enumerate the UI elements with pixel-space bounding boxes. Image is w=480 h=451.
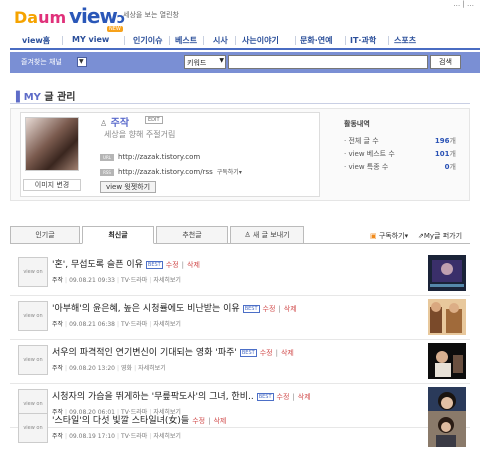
post-title[interactable]: '아부해'의 윤은혜, 높은 시청률에도 비난받는 이유 — [52, 304, 240, 314]
blog-description: 세상을 향해 주절거림 — [104, 130, 176, 139]
edit-post-link[interactable]: 수정 — [263, 305, 276, 313]
post-date: 09.08.19 17:10 — [69, 433, 115, 440]
post-category[interactable]: TV·드라마 — [121, 277, 147, 284]
main-nav: view홈 MY view NEW 인기이슈 베스트 시사 사는이야기 문화·연… — [10, 26, 480, 50]
view-on-badge[interactable]: view on — [18, 413, 48, 443]
post-date: 09.08.21 09:33 — [69, 277, 115, 284]
post-author[interactable]: 주작 — [52, 321, 63, 328]
stats-title: 활동내역 — [344, 120, 370, 128]
best-badge: BEST — [242, 304, 260, 313]
daum-view-logo[interactable]: Daum viewↄ — [14, 4, 125, 28]
chevron-down-icon: ▼ — [219, 57, 224, 64]
widget-button[interactable]: view 윗젯하기 — [100, 181, 156, 193]
url-label: URL — [100, 153, 114, 161]
tab-popular[interactable]: 인기글 — [10, 226, 80, 244]
post-title[interactable]: '혼', 무섭도록 슬픈 이유 — [52, 260, 143, 270]
avatar — [25, 117, 79, 171]
view-on-badge[interactable]: view on — [18, 345, 48, 375]
delete-post-link[interactable]: 삭제 — [298, 393, 311, 401]
post-detail-link[interactable]: 자세히보기 — [153, 433, 181, 440]
stat-total-posts: · 전체 글 수 196개 — [344, 137, 456, 145]
list-item: view on '아부해'의 윤은혜, 높은 시청률에도 비난받는 이유 BEST… — [10, 296, 470, 340]
edit-post-link[interactable]: 수정 — [192, 417, 205, 425]
edit-post-link[interactable]: 수정 — [166, 261, 179, 269]
post-title[interactable]: '스타일'의 다섯 빛깔 스타일녀(女)들 — [52, 416, 189, 426]
post-date: 09.08.20 13:20 — [69, 365, 115, 372]
favorite-channel-label[interactable]: 즐겨찾는 채널 — [21, 57, 62, 67]
favorite-channel-dropdown-icon[interactable] — [77, 57, 87, 67]
post-thumbnail[interactable] — [428, 343, 466, 379]
post-date: 09.08.21 06:38 — [69, 321, 115, 328]
nav-life-stories[interactable]: 사는이야기 — [242, 35, 279, 46]
post-thumbnail[interactable] — [428, 255, 466, 291]
post-author[interactable]: 주작 — [52, 433, 63, 440]
rss-url-row: RSS http://zazak.tistory.com/rss 구독하기▾ — [100, 167, 242, 176]
best-badge: BEST — [239, 348, 257, 357]
search-button[interactable]: 검색 — [430, 55, 461, 69]
nav-culture[interactable]: 문화·연예 — [300, 35, 332, 46]
post-title[interactable]: 시청자의 가슴을 뛰게하는 '무릎팍도사'의 그녀, 한비.. — [52, 392, 254, 402]
post-detail-link[interactable]: 자세히보기 — [153, 321, 181, 328]
blog-name[interactable]: ♙ 주작 — [100, 114, 129, 129]
rss-icon: ▣ — [370, 232, 377, 240]
title-bullet-icon: ▌ — [16, 92, 24, 103]
delete-post-link[interactable]: 삭제 — [213, 417, 226, 425]
rss-url[interactable]: http://zazak.tistory.com/rss — [118, 168, 213, 176]
slogan: 세상을 보는 열린창 — [123, 11, 179, 19]
post-title[interactable]: 서우의 파격적인 연기변신이 기대되는 영화 '파주' — [52, 348, 237, 358]
subscribe-button[interactable]: ▣ 구독하기▾ — [370, 231, 408, 241]
post-category[interactable]: TV·드라마 — [121, 433, 147, 440]
user-icon: ♙ — [244, 231, 251, 239]
edit-post-link[interactable]: 수정 — [277, 393, 290, 401]
page-title: ▌MY 글 관리 — [16, 92, 76, 103]
blog-url-row: URL http://zazak.tistory.com — [100, 153, 200, 161]
post-thumbnail[interactable] — [428, 411, 466, 447]
search-bar: 즐겨찾는 채널 키워드▼ 검색 — [10, 52, 480, 73]
top-links[interactable]: … | … — [453, 0, 474, 8]
search-input[interactable] — [228, 55, 428, 69]
post-detail-link[interactable]: 자세히보기 — [138, 365, 166, 372]
user-icon: ♙ — [100, 119, 108, 128]
tab-latest[interactable]: 최신글 — [82, 226, 154, 244]
delete-post-link[interactable]: 삭제 — [187, 261, 200, 269]
keyword-select[interactable]: 키워드 ▼ — [184, 55, 226, 69]
edit-post-link[interactable]: 수정 — [260, 349, 273, 357]
tab-recommended[interactable]: 추천글 — [156, 226, 228, 244]
edit-button[interactable]: EDIT — [145, 116, 163, 124]
nav-my-view[interactable]: MY view — [72, 35, 109, 44]
tab-send-new-post[interactable]: ♙ 새 글 보내기 — [230, 226, 304, 244]
post-detail-link[interactable]: 자세히보기 — [153, 277, 181, 284]
subscribe-rss-button[interactable]: 구독하기▾ — [217, 169, 242, 176]
delete-post-link[interactable]: 삭제 — [284, 305, 297, 313]
nav-view-home[interactable]: view홈 — [22, 35, 50, 46]
post-thumbnail[interactable] — [428, 299, 466, 335]
nav-sports[interactable]: 스포츠 — [394, 35, 416, 46]
new-badge: NEW — [107, 26, 123, 32]
image-change-button[interactable]: 이미지 변경 — [23, 179, 81, 191]
post-author[interactable]: 주작 — [52, 365, 63, 372]
post-author[interactable]: 주작 — [52, 277, 63, 284]
blog-url[interactable]: http://zazak.tistory.com — [118, 153, 200, 161]
stat-scoop-count: · view 특종 수 0개 — [344, 163, 456, 171]
view-on-badge[interactable]: view on — [18, 301, 48, 331]
nav-popular[interactable]: 인기이슈 — [133, 35, 162, 46]
divider — [10, 103, 470, 104]
best-badge: BEST — [256, 392, 274, 401]
rss-label: RSS — [100, 168, 114, 176]
list-item: view on '혼', 무섭도록 슬픈 이유 BEST 수정 | 삭제 주작 | 09.0… — [10, 252, 470, 296]
nav-current-affairs[interactable]: 시사 — [213, 35, 228, 46]
delete-post-link[interactable]: 삭제 — [281, 349, 294, 357]
nav-best[interactable]: 베스트 — [175, 35, 197, 46]
list-item: view on 서우의 파격적인 연기변신이 기대되는 영화 '파주' BEST 수… — [10, 340, 470, 384]
post-category[interactable]: 영화 — [121, 365, 132, 372]
nav-it-science[interactable]: IT·과학 — [350, 35, 376, 46]
view-on-badge[interactable]: view on — [18, 257, 48, 287]
best-badge: BEST — [145, 260, 163, 269]
post-category[interactable]: TV·드라마 — [121, 321, 147, 328]
stat-best-count: · view 베스트 수 101개 — [344, 150, 456, 158]
my-page-link[interactable]: ⇗My글 퍼가기 — [418, 231, 462, 241]
list-item: view on '스타일'의 다섯 빛깔 스타일녀(女)들 수정 | 삭제 주작 | 09… — [10, 408, 470, 451]
